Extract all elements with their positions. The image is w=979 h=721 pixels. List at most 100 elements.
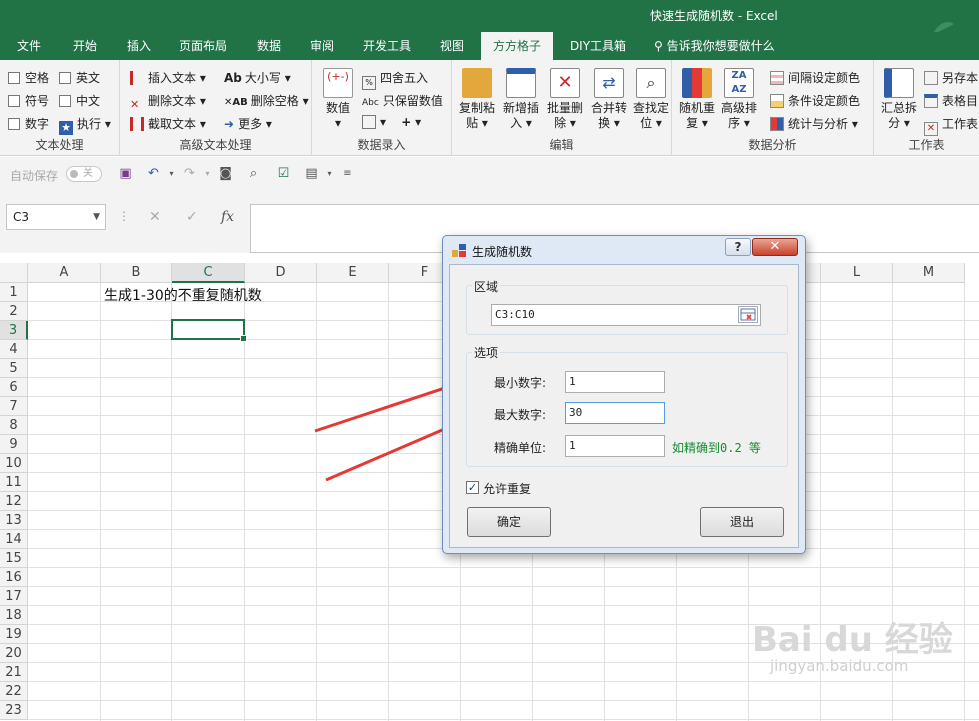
row-header-14[interactable]: 14: [0, 530, 28, 549]
range-select-button[interactable]: [738, 306, 758, 323]
precision-input[interactable]: 1: [565, 435, 665, 457]
column-header-e[interactable]: E: [317, 263, 389, 283]
tab-page-layout[interactable]: 页面布局: [172, 32, 234, 60]
insert-function-icon[interactable]: fx: [221, 209, 234, 225]
redo-icon[interactable]: ↷: [182, 167, 197, 181]
close-button[interactable]: ✕: [752, 238, 798, 256]
extract-text-button[interactable]: 截取文本 ▾: [130, 115, 206, 132]
row-header-19[interactable]: 19: [0, 625, 28, 644]
help-button[interactable]: ?: [725, 238, 751, 256]
tab-insert[interactable]: 插入: [116, 32, 162, 60]
row-header-2[interactable]: 2: [0, 302, 28, 321]
tab-diy-toolbox[interactable]: DIY工具箱: [563, 32, 633, 60]
interval-color-button[interactable]: 间隔设定颜色: [770, 69, 860, 86]
dialog-title-bar[interactable]: 生成随机数 ? ✕: [443, 236, 805, 264]
cancel-icon[interactable]: ✕: [149, 209, 161, 225]
statistics-button[interactable]: 统计与分析 ▾: [770, 115, 858, 132]
row-header-10[interactable]: 10: [0, 454, 28, 473]
more-button[interactable]: ➜ 更多 ▾: [224, 115, 272, 132]
row-header-21[interactable]: 21: [0, 663, 28, 682]
round-button[interactable]: % 四舍五入: [362, 69, 428, 90]
condition-color-button[interactable]: 条件设定颜色: [770, 92, 860, 109]
case-button[interactable]: Ab 大小写 ▾: [224, 69, 291, 86]
undo-dropdown-icon[interactable]: ▾: [164, 167, 179, 181]
advanced-sort-button[interactable]: ZA AZ 高级排序 ▾: [718, 68, 760, 131]
checkbox-icon[interactable]: [8, 95, 20, 107]
value-button[interactable]: (+-) 数值 ▾: [318, 68, 358, 131]
checkbox-icon[interactable]: [59, 95, 71, 107]
row-header-5[interactable]: 5: [0, 359, 28, 378]
tab-file[interactable]: 文件: [6, 32, 52, 60]
new-insert-button[interactable]: 新增插入 ▾: [500, 68, 542, 131]
execute-button[interactable]: ★ 执行 ▾: [59, 115, 111, 135]
tell-me-search[interactable]: ⚲ 告诉我你想要做什么: [654, 32, 775, 60]
row-header-11[interactable]: 11: [0, 473, 28, 492]
row-header-4[interactable]: 4: [0, 340, 28, 359]
save-icon[interactable]: ▣: [118, 167, 133, 181]
exit-button[interactable]: 退出: [700, 507, 784, 537]
form-dropdown-icon[interactable]: ▾: [322, 167, 337, 181]
form-icon[interactable]: ▤: [304, 167, 319, 181]
random-repeat-button[interactable]: 随机重复 ▾: [676, 68, 718, 131]
cell-b1[interactable]: 生成1-30的不重复随机数: [104, 285, 262, 305]
name-box[interactable]: C3 ▼: [6, 204, 106, 230]
autosave-toggle[interactable]: 关: [66, 166, 102, 182]
tab-view[interactable]: 视图: [429, 32, 475, 60]
delete-space-button[interactable]: ✕AB 删除空格 ▾: [224, 92, 309, 109]
copy-paste-button[interactable]: 复制粘贴 ▾: [456, 68, 498, 131]
tab-data[interactable]: 数据: [246, 32, 292, 60]
row-header-3[interactable]: 3: [0, 321, 28, 340]
column-header-c[interactable]: C: [172, 263, 245, 283]
checkbox-number[interactable]: 数字: [8, 115, 49, 132]
row-header-8[interactable]: 8: [0, 416, 28, 435]
row-header-15[interactable]: 15: [0, 549, 28, 568]
selected-cell-c3[interactable]: [171, 319, 247, 342]
keep-values-button[interactable]: Abc 只保留数值: [362, 92, 443, 109]
row-header-20[interactable]: 20: [0, 644, 28, 663]
customize-qat-icon[interactable]: ≡: [340, 167, 355, 181]
row-header-22[interactable]: 22: [0, 682, 28, 701]
table-toc-button[interactable]: 表格目: [924, 92, 978, 109]
checkbox-space[interactable]: 空格: [8, 69, 49, 86]
checkbox-symbol[interactable]: 符号: [8, 92, 49, 109]
row-header-6[interactable]: 6: [0, 378, 28, 397]
row-header-7[interactable]: 7: [0, 397, 28, 416]
checkbox-chinese[interactable]: 中文: [59, 92, 100, 109]
column-header-d[interactable]: D: [245, 263, 317, 283]
summary-split-button[interactable]: 汇总拆分 ▾: [878, 68, 920, 131]
row-header-18[interactable]: 18: [0, 606, 28, 625]
row-header-17[interactable]: 17: [0, 587, 28, 606]
tab-review[interactable]: 审阅: [299, 32, 345, 60]
range-input[interactable]: C3:C10: [491, 304, 761, 326]
checkbox-icon[interactable]: [8, 72, 20, 84]
delete-text-button[interactable]: ✕ 删除文本 ▾: [130, 92, 206, 112]
column-header-m[interactable]: M: [893, 263, 965, 283]
enter-icon[interactable]: ✓: [186, 209, 198, 225]
min-number-input[interactable]: 1: [565, 371, 665, 393]
row-header-16[interactable]: 16: [0, 568, 28, 587]
check-sheet-icon[interactable]: ☑: [276, 167, 291, 181]
checkbox-english[interactable]: 英文: [59, 69, 100, 86]
checkbox-icon[interactable]: [59, 72, 71, 84]
select-all-corner[interactable]: [0, 263, 28, 283]
max-number-input[interactable]: 30: [565, 402, 665, 424]
tab-fangfange[interactable]: 方方格子: [481, 32, 553, 60]
row-header-12[interactable]: 12: [0, 492, 28, 511]
find-locate-button[interactable]: ⌕ 查找定位 ▾: [630, 68, 672, 131]
save-sheet-button[interactable]: 另存本: [924, 69, 978, 86]
ok-button[interactable]: 确定: [467, 507, 551, 537]
undo-icon[interactable]: ↶: [146, 167, 161, 181]
redo-dropdown-icon[interactable]: ▾: [200, 167, 215, 181]
camera-icon[interactable]: ◙: [218, 167, 233, 181]
allow-duplicate-checkbox[interactable]: ✓: [466, 481, 479, 494]
row-header-23[interactable]: 23: [0, 701, 28, 720]
worksheet-button[interactable]: ✕ 工作表: [924, 115, 978, 136]
batch-delete-button[interactable]: ✕ 批量删除 ▾: [544, 68, 586, 131]
column-header-a[interactable]: A: [28, 263, 101, 283]
tab-home[interactable]: 开始: [62, 32, 108, 60]
row-header-9[interactable]: 9: [0, 435, 28, 454]
merge-convert-button[interactable]: ⇄ 合并转换 ▾: [588, 68, 630, 131]
row-header-1[interactable]: 1: [0, 283, 28, 302]
entry-tools-button[interactable]: ▾ + ▾: [362, 115, 421, 129]
column-header-b[interactable]: B: [101, 263, 172, 283]
